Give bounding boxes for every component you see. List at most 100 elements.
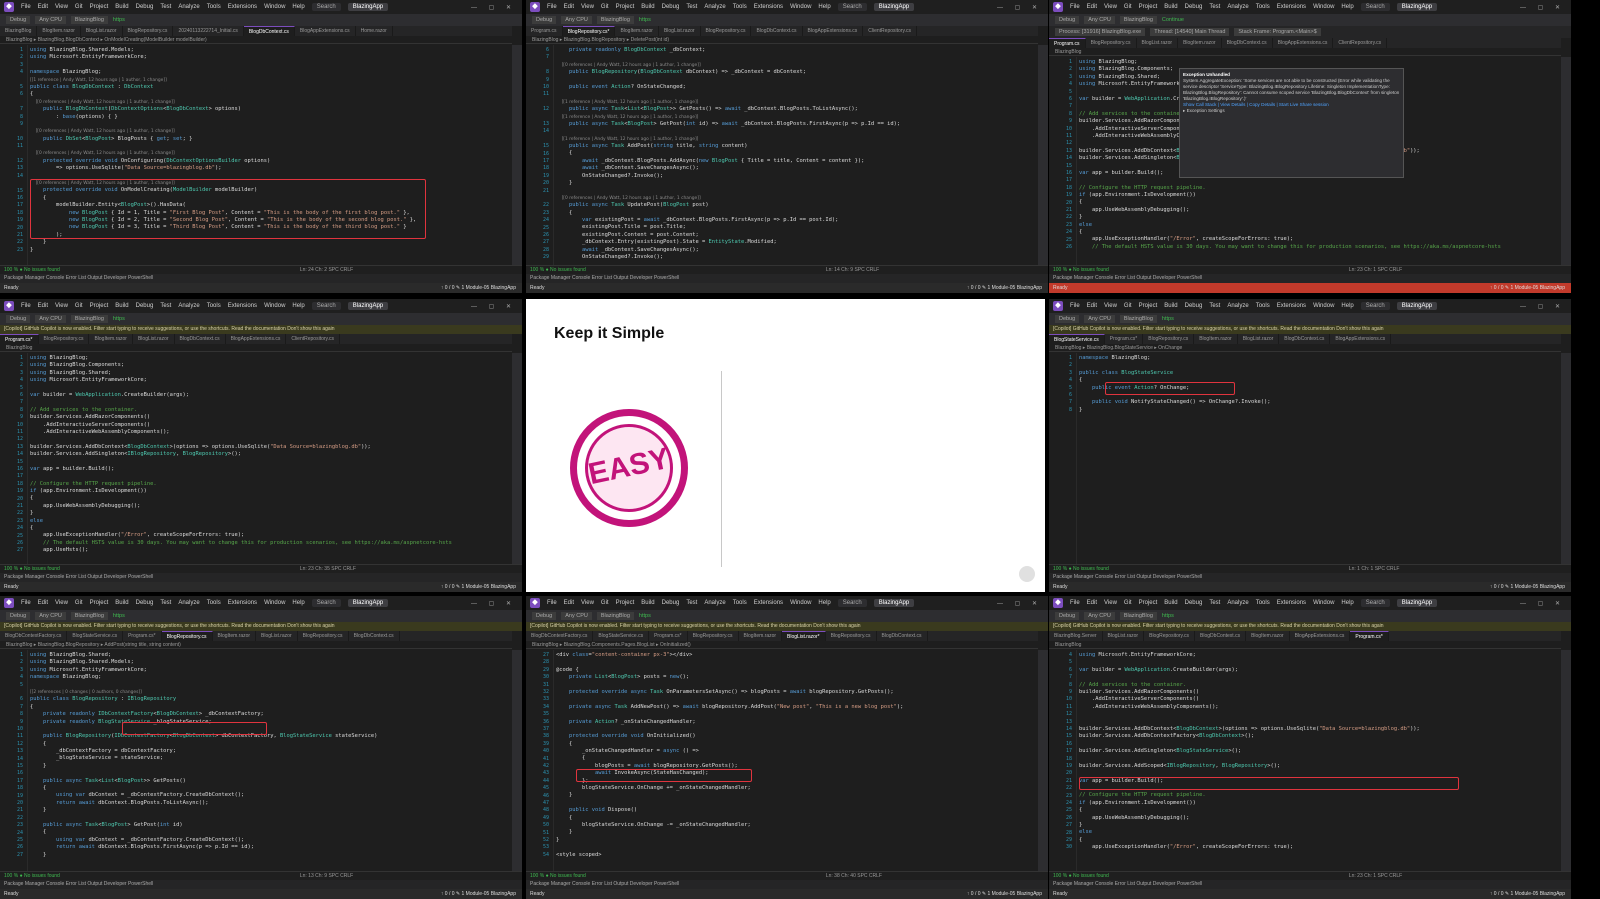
menu-edit[interactable]: Edit (1087, 303, 1097, 309)
menu-test[interactable]: Test (160, 4, 171, 10)
menu-tools[interactable]: Tools (1256, 4, 1270, 10)
menu-analyze[interactable]: Analyze (1227, 600, 1248, 606)
tab-0[interactable]: Program.cs* (0, 334, 39, 344)
platform-dropdown[interactable]: Any CPU (561, 612, 592, 620)
search-box[interactable]: Search (311, 302, 341, 310)
config-dropdown[interactable]: Debug (532, 612, 557, 620)
menu-file[interactable]: File (1070, 303, 1080, 309)
tab-1[interactable]: BlogRepository.cs (1086, 38, 1137, 48)
debug-stack[interactable]: Stack Frame: Program.<Main>$ (1234, 28, 1321, 36)
vertical-scrollbar[interactable] (512, 353, 522, 564)
config-dropdown[interactable]: Debug (1055, 612, 1080, 620)
navigation-bar[interactable]: BlazingBlog ▸ BlazingBlog.BlogDbContext … (0, 36, 512, 44)
menu-file[interactable]: File (547, 600, 557, 606)
tab-1[interactable]: BlogStateService.cs (593, 631, 650, 641)
menu-window[interactable]: Window (1313, 4, 1334, 10)
platform-dropdown[interactable]: Any CPU (1084, 612, 1115, 620)
tab-2[interactable]: BlogList.razor (1137, 38, 1179, 48)
code-editor[interactable]: private readonly BlogDbContext _dbContex… (556, 47, 1036, 265)
status-git-info[interactable]: ↑ 0 / 0 ✎ 1 Module-05 BlazingApp (1490, 889, 1571, 899)
platform-dropdown[interactable]: Any CPU (561, 16, 592, 24)
menu-tools[interactable]: Tools (207, 303, 221, 309)
config-dropdown[interactable]: Debug (1055, 16, 1080, 24)
window-controls[interactable]: — ▢ ✕ (471, 303, 522, 310)
menu-window[interactable]: Window (264, 4, 285, 10)
menu-help[interactable]: Help (1341, 303, 1353, 309)
config-dropdown[interactable]: Debug (1055, 315, 1080, 323)
vertical-scrollbar[interactable] (1038, 650, 1048, 871)
menu-git[interactable]: Git (1124, 303, 1132, 309)
bottom-tool-tabs[interactable]: Package Manager Console Error List Outpu… (526, 274, 1048, 283)
tab-4[interactable]: BlogDbContext.cs (1222, 38, 1273, 48)
run-button[interactable]: https (1162, 613, 1174, 619)
status-git-info[interactable]: ↑ 0 / 0 ✎ 1 Module-05 BlazingApp (1490, 283, 1571, 293)
menu-view[interactable]: View (1104, 4, 1117, 10)
tab-6[interactable]: BlogRepository.cs (826, 631, 877, 641)
tab-6[interactable]: Program.cs* (1350, 631, 1389, 641)
menu-debug[interactable]: Debug (1185, 4, 1203, 10)
menu-analyze[interactable]: Analyze (1227, 4, 1248, 10)
tab-3[interactable]: BlogList.razor (133, 334, 175, 344)
platform-dropdown[interactable]: Any CPU (1084, 16, 1115, 24)
platform-dropdown[interactable]: Any CPU (35, 612, 66, 620)
menu-build[interactable]: Build (115, 600, 128, 606)
menu-analyze[interactable]: Analyze (178, 600, 199, 606)
tab-0[interactable]: BlogStateService.cs (1049, 334, 1105, 344)
tab-6[interactable]: ClientRepository.cs (286, 334, 341, 344)
menu-project[interactable]: Project (616, 4, 635, 10)
menu-tools[interactable]: Tools (207, 4, 221, 10)
status-git-info[interactable]: ↑ 0 / 0 ✎ 1 Module-05 BlazingApp (441, 283, 522, 293)
project-dropdown[interactable]: BlazingBlog (596, 612, 634, 620)
menu-git[interactable]: Git (1124, 600, 1132, 606)
platform-dropdown[interactable]: Any CPU (35, 16, 66, 24)
menu-project[interactable]: Project (1139, 4, 1158, 10)
navigation-bar[interactable]: BlazingBlog (1049, 641, 1561, 649)
menu-tools[interactable]: Tools (1256, 303, 1270, 309)
navigation-bar[interactable]: BlazingBlog ▸ BlazingBlog.Components.Pag… (526, 641, 1038, 649)
menu-git[interactable]: Git (601, 4, 609, 10)
menu-file[interactable]: File (21, 600, 31, 606)
tab-7[interactable]: ClientRepository.cs (863, 26, 917, 36)
tab-5[interactable]: BlogDbContext.cs (243, 26, 295, 36)
project-dropdown[interactable]: BlazingBlog (1119, 612, 1157, 620)
window-controls[interactable]: — ▢ ✕ (1520, 4, 1571, 11)
menu-extensions[interactable]: Extensions (754, 4, 783, 10)
bottom-tool-tabs[interactable]: Package Manager Console Error List Outpu… (1049, 573, 1571, 582)
code-editor[interactable]: <div class="content-container px-3"></di… (556, 652, 1036, 871)
tab-2[interactable]: BlogList.razor (81, 26, 123, 36)
menu-window[interactable]: Window (264, 303, 285, 309)
bottom-tool-tabs[interactable]: Package Manager Console Error List Outpu… (1049, 880, 1571, 889)
platform-dropdown[interactable]: Any CPU (1084, 315, 1115, 323)
menu-project[interactable]: Project (90, 600, 109, 606)
menu-analyze[interactable]: Analyze (178, 4, 199, 10)
menu-window[interactable]: Window (790, 600, 811, 606)
tab-5[interactable]: BlogDbContext.cs (1279, 334, 1331, 344)
debug-process[interactable]: Process: [31916] BlazingBlog.exe (1055, 28, 1146, 36)
menu-debug[interactable]: Debug (136, 4, 154, 10)
project-dropdown[interactable]: BlazingBlog (1119, 16, 1157, 24)
tab-7[interactable]: BlogDbContext.cs (877, 631, 928, 641)
code-editor[interactable]: using BlazingBlog; using BlazingBlog.Comp… (30, 355, 510, 564)
tab-2[interactable]: BlogRepository.cs (1144, 631, 1196, 641)
menu-view[interactable]: View (55, 600, 68, 606)
tab-0[interactable]: BlazingBlog.Server (1049, 631, 1103, 641)
tab-1[interactable]: Program.cs* (1105, 334, 1144, 344)
menu-build[interactable]: Build (115, 4, 128, 10)
tab-7[interactable]: BlogDbContext.cs (349, 631, 400, 641)
menu-help[interactable]: Help (1341, 600, 1353, 606)
menu-window[interactable]: Window (1313, 303, 1334, 309)
tab-4[interactable]: BlogDbContext.cs (175, 334, 226, 344)
project-dropdown[interactable]: BlazingBlog (70, 16, 108, 24)
vertical-scrollbar[interactable] (1561, 650, 1571, 871)
menu-edit[interactable]: Edit (1087, 600, 1097, 606)
navigation-bar[interactable]: BlazingBlog (0, 344, 512, 352)
tab-2[interactable]: BlogItem.razor (615, 26, 659, 36)
tab-1[interactable]: BlogRepository.cs (39, 334, 90, 344)
menu-file[interactable]: File (1070, 600, 1080, 606)
code-editor[interactable]: using BlazingBlog.Shared; using BlazingBl… (30, 652, 510, 871)
code-editor[interactable]: using Microsoft.EntityFrameworkCore; var … (1079, 652, 1559, 871)
window-controls[interactable]: — ▢ ✕ (997, 4, 1048, 11)
bottom-tool-tabs[interactable]: Package Manager Console Error List Outpu… (1049, 274, 1571, 283)
status-git-info[interactable]: ↑ 0 / 0 ✎ 1 Module-05 BlazingApp (967, 889, 1048, 899)
navigation-bar[interactable]: BlazingBlog ▸ BlazingBlog.BlogStateServi… (1049, 344, 1561, 352)
